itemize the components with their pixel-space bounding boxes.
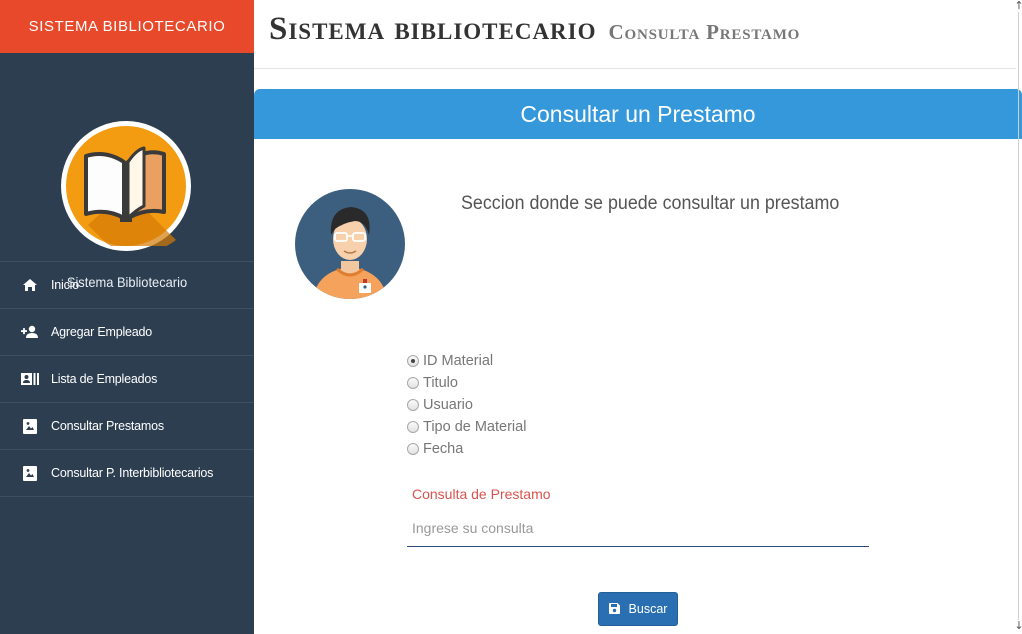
radio-label: Usuario <box>423 397 473 413</box>
radio-button[interactable] <box>407 377 419 389</box>
filter-radio-group: ID Material Titulo Usuario Tipo de Mater… <box>407 350 526 460</box>
search-button-label: Buscar <box>628 602 668 616</box>
search-button[interactable]: Buscar <box>598 592 678 626</box>
section-banner: Consultar un Prestamo <box>254 89 1022 139</box>
id-card-list-icon <box>21 371 39 387</box>
radio-button[interactable] <box>407 355 419 367</box>
librarian-avatar-icon <box>295 189 405 299</box>
sidebar-item-label: Lista de Empleados <box>51 372 158 386</box>
sidebar-item-lista-empleados[interactable]: Lista de Empleados <box>0 356 254 403</box>
section-description: Seccion donde se puede consultar un pres… <box>461 193 840 214</box>
radio-button[interactable] <box>407 443 419 455</box>
radio-titulo[interactable]: Titulo <box>407 372 526 394</box>
sidebar-nav: Inicio Agregar Empleado Lista de Emplead… <box>0 262 254 497</box>
sidebar-item-label: Consultar P. Interbibliotecarios <box>51 466 214 480</box>
radio-label: Tipo de Material <box>423 419 527 435</box>
page-scrollbar[interactable]: ↑ ↓ <box>1014 0 1022 634</box>
scroll-up-arrow-icon[interactable]: ↑ <box>1014 0 1022 12</box>
page-title: Sistema bibliotecario Consulta Prestamo <box>269 10 800 48</box>
open-book-icon <box>66 126 186 246</box>
query-input[interactable] <box>407 510 869 547</box>
portrait-icon <box>21 465 39 481</box>
sidebar-profile: Sistema Bibliotecario <box>0 53 254 290</box>
scroll-track[interactable] <box>1018 12 1019 620</box>
radio-button[interactable] <box>407 399 419 411</box>
page-title-main: Sistema bibliotecario <box>269 11 597 47</box>
radio-button[interactable] <box>407 421 419 433</box>
radio-label: ID Material <box>423 353 494 369</box>
save-disk-icon <box>608 602 620 617</box>
radio-fecha[interactable]: Fecha <box>407 438 526 460</box>
radio-tipo-material[interactable]: Tipo de Material <box>407 416 526 438</box>
logo-badge <box>61 121 191 251</box>
profile-name: Sistema Bibliotecario <box>66 274 188 290</box>
brand-title[interactable]: SISTEMA BIBLIOTECARIO <box>0 0 254 53</box>
radio-id-material[interactable]: ID Material <box>407 350 526 372</box>
sidebar-item-label: Agregar Empleado <box>51 325 153 339</box>
sidebar-item-consultar-prestamos[interactable]: Consultar Prestamos <box>0 403 254 450</box>
sidebar-item-consultar-interbibliotecarios[interactable]: Consultar P. Interbibliotecarios <box>0 450 254 497</box>
sidebar-item-agregar-empleado[interactable]: Agregar Empleado <box>0 309 254 356</box>
sidebar: SISTEMA BIBLIOTECARIO Sistema Biblioteca… <box>0 0 254 634</box>
radio-usuario[interactable]: Usuario <box>407 394 526 416</box>
portrait-icon <box>21 418 39 434</box>
radio-label: Titulo <box>423 375 458 391</box>
radio-label: Fecha <box>423 441 464 457</box>
query-label: Consulta de Prestamo <box>412 486 551 502</box>
page-subtitle: Consulta Prestamo <box>608 20 801 44</box>
add-user-icon <box>21 324 39 340</box>
page-header: Sistema bibliotecario Consulta Prestamo <box>254 0 1016 69</box>
sidebar-item-label: Consultar Prestamos <box>51 419 164 433</box>
scroll-down-arrow-icon[interactable]: ↓ <box>1014 620 1022 632</box>
